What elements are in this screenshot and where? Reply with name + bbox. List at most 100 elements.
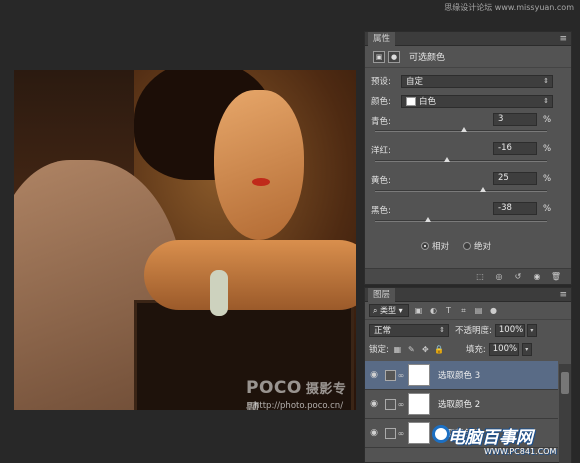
eye-icon[interactable]: ◉	[365, 399, 383, 409]
slider-track[interactable]	[375, 127, 547, 132]
color-row: 颜色: 白色 ⇕	[371, 94, 553, 108]
percent-unit: %	[543, 144, 552, 154]
slider-value-input[interactable]: 25	[493, 172, 537, 185]
eye-icon[interactable]: ◉	[365, 428, 383, 438]
delete-icon[interactable]: 🗑	[549, 271, 563, 282]
radio-absolute-label: 绝对	[474, 242, 492, 252]
lock-all-icon[interactable]: 🔒	[434, 344, 445, 355]
slider-thumb[interactable]	[479, 187, 486, 192]
color-label: 颜色:	[371, 97, 391, 107]
slider-label: 黑色:	[371, 206, 391, 216]
canvas-photo[interactable]: POCO 摄影专题 http://photo.poco.cn/	[14, 70, 356, 410]
lock-position-icon[interactable]: ✥	[420, 344, 431, 355]
opacity-input[interactable]: 100%	[494, 323, 525, 337]
tab-layers[interactable]: 图层	[368, 287, 396, 302]
slider-value-input[interactable]: -38	[493, 202, 537, 215]
type-filter-icon[interactable]: T	[443, 305, 454, 316]
layer-mask-thumbnail[interactable]	[408, 393, 430, 415]
adjustment-layer-icon	[385, 398, 396, 410]
properties-header: 属性 ≡	[365, 31, 571, 46]
fill-dropdown-icon[interactable]: ▾	[521, 342, 532, 356]
fill-input[interactable]: 100%	[488, 342, 519, 356]
panel-menu-icon[interactable]: ≡	[559, 290, 567, 300]
layer-mask-thumbnail[interactable]	[408, 364, 430, 386]
white-swatch	[406, 96, 416, 106]
preset-row: 预设: 自定 ⇕	[371, 74, 553, 88]
layer-mask-icon[interactable]: ●	[388, 50, 400, 63]
adjustment-layer-icon	[385, 369, 396, 381]
blend-mode-select[interactable]: 正常 ⇕	[369, 323, 449, 337]
slider-label: 洋红:	[371, 146, 391, 156]
logo-url: WWW.PC841.COM	[484, 447, 557, 456]
photo-bangle	[210, 270, 228, 316]
select-arrows-icon: ⇕	[543, 76, 549, 85]
layers-header: 图层 ≡	[365, 287, 571, 302]
adjustment-filter-icon[interactable]: ◐	[428, 305, 439, 316]
preset-select[interactable]: 自定 ⇕	[401, 74, 553, 88]
shape-filter-icon[interactable]: ⌗	[458, 305, 469, 316]
slider-value-input[interactable]: -16	[493, 142, 537, 155]
select-arrows-icon: ⇕	[439, 325, 445, 334]
slider-thumb[interactable]	[460, 127, 467, 132]
photo-lips	[252, 178, 270, 186]
smart-object-filter-icon[interactable]: ▤	[473, 305, 484, 316]
slider-value-input[interactable]: 3	[493, 113, 537, 126]
selective-color-icon: ▣	[373, 50, 385, 63]
photo-face	[214, 90, 304, 240]
reset-icon[interactable]: ↺	[511, 271, 525, 282]
lock-transparent-icon[interactable]: ▦	[392, 344, 403, 355]
layer-row-selective-color-2[interactable]: ◉ ∞ 选取颜色 2	[365, 390, 558, 419]
select-arrows-icon: ⇕	[543, 96, 549, 105]
preset-label: 预设:	[371, 77, 391, 87]
logo-text: 电脑百事网	[448, 428, 533, 448]
filter-toggle-icon[interactable]: ●	[488, 305, 499, 316]
site-watermark: 思缘设计论坛 www.missyuan.com	[444, 3, 574, 12]
properties-panel: 属性 ≡ ▣ ● 可选颜色 预设: 自定 ⇕ 颜色: 白色 ⇕ 青色: 3 % …	[364, 31, 572, 285]
radio-relative[interactable]: 相对	[421, 240, 449, 252]
kind-filter-value: 类型	[380, 306, 397, 315]
chain-link-icon[interactable]: ∞	[396, 429, 406, 438]
chain-link-icon[interactable]: ∞	[396, 371, 406, 380]
layer-mask-thumbnail[interactable]	[408, 422, 430, 444]
blend-mode-value: 正常	[374, 326, 392, 336]
layer-row-selective-color-3[interactable]: ◉ ∞ 选取颜色 3	[365, 361, 558, 390]
fill-label: 填充:	[465, 345, 486, 355]
properties-footer: ⬚ ◎ ↺ ◉ 🗑	[365, 268, 571, 284]
lock-image-icon[interactable]: ✎	[406, 344, 417, 355]
layer-filter-row: ⌕ 类型 ▾ ▣ ◐ T ⌗ ▤ ●	[365, 302, 571, 320]
pixel-filter-icon[interactable]: ▣	[413, 305, 424, 316]
layer-name[interactable]: 选取颜色 3	[438, 369, 480, 381]
slider-track[interactable]	[375, 217, 547, 222]
radio-absolute[interactable]: 绝对	[463, 240, 491, 252]
slider-label: 黄色:	[371, 176, 391, 186]
color-select[interactable]: 白色 ⇕	[401, 94, 553, 108]
visibility-icon[interactable]: ◉	[530, 271, 544, 282]
radio-relative-dot[interactable]	[421, 242, 429, 250]
slider-thumb[interactable]	[444, 157, 451, 162]
photo-watermark-url: http://photo.poco.cn/	[254, 401, 344, 410]
photo-arm	[144, 240, 356, 310]
radio-absolute-dot[interactable]	[463, 242, 472, 250]
tab-properties[interactable]: 属性	[368, 31, 396, 46]
blend-row: 正常 ⇕ 不透明度: 100% ▾	[365, 320, 571, 340]
opacity-dropdown-icon[interactable]: ▾	[526, 323, 537, 337]
method-radio-group: 相对 绝对	[421, 240, 491, 252]
slider-label: 青色:	[371, 117, 391, 127]
eye-icon[interactable]: ◉	[365, 370, 383, 380]
kind-filter-select[interactable]: ⌕ 类型 ▾	[369, 304, 409, 317]
slider-thumb[interactable]	[425, 217, 432, 222]
layer-name[interactable]: 选取颜色 2	[438, 398, 480, 410]
percent-unit: %	[543, 174, 552, 184]
clip-to-layer-icon[interactable]: ⬚	[473, 271, 487, 282]
percent-unit: %	[543, 115, 552, 125]
color-value: 白色	[419, 97, 437, 107]
preset-value: 自定	[406, 77, 424, 87]
adjustment-layer-icon	[385, 427, 396, 439]
slider-track[interactable]	[375, 157, 547, 162]
panel-menu-icon[interactable]: ≡	[559, 34, 567, 44]
chain-link-icon[interactable]: ∞	[396, 400, 406, 409]
lock-label: 锁定:	[369, 345, 389, 355]
scrollbar-thumb[interactable]	[561, 372, 569, 394]
slider-track[interactable]	[375, 187, 547, 192]
view-previous-icon[interactable]: ◎	[492, 271, 506, 282]
